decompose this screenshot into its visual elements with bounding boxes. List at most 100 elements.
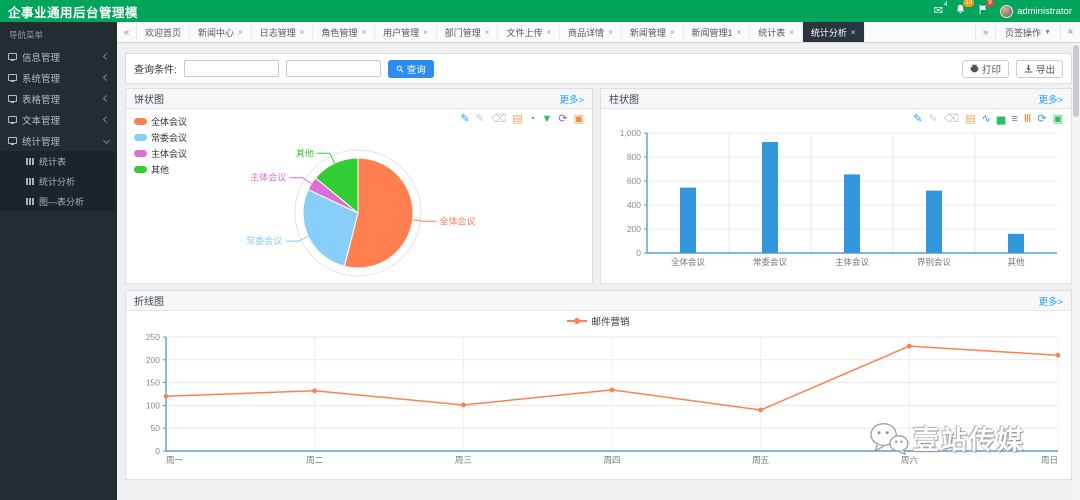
chevron-left-icon bbox=[103, 95, 110, 102]
bar-more-link[interactable]: 更多> bbox=[1038, 92, 1063, 106]
tab-close-icon[interactable]: × bbox=[608, 28, 613, 37]
sidebar-item-表格管理[interactable]: 表格管理 bbox=[0, 88, 117, 109]
tab-label: 文件上传 bbox=[506, 26, 542, 39]
query-input-2[interactable] bbox=[286, 60, 381, 77]
header-actions: ✉4 10 9 administrator bbox=[934, 4, 1072, 18]
tab-label: 日志管理 bbox=[260, 26, 296, 39]
export-button[interactable]: 导出 bbox=[1016, 60, 1063, 78]
erase-icon[interactable]: ⌫ bbox=[491, 114, 507, 125]
line-chart-icon[interactable]: ∿ bbox=[982, 114, 991, 125]
refresh-icon[interactable]: ⟳ bbox=[1037, 114, 1046, 125]
sidebar-item-文本管理[interactable]: 文本管理 bbox=[0, 109, 117, 130]
tab-部门管理[interactable]: 部门管理× bbox=[437, 22, 499, 42]
save-icon[interactable]: ▣ bbox=[1053, 114, 1063, 125]
bar-chart[interactable]: 02004006008001,000全体会议常委会议主体会议界别会议其他 bbox=[601, 109, 1071, 282]
filter-icon[interactable]: ▼ bbox=[541, 114, 552, 125]
print-icon bbox=[970, 64, 979, 73]
pie-chart[interactable]: 全体会议常委会议主体会议其他 bbox=[126, 109, 592, 282]
legend-item-主体会议[interactable]: 主体会议 bbox=[134, 147, 187, 160]
line-more-link[interactable]: 更多> bbox=[1038, 294, 1063, 308]
sidebar-item-统计管理[interactable]: 统计管理 bbox=[0, 130, 117, 151]
pie-more-link[interactable]: 更多> bbox=[559, 92, 584, 106]
pie-panel-header: 饼状图 更多> bbox=[126, 89, 592, 109]
vertical-scrollbar[interactable] bbox=[1072, 43, 1080, 500]
tab-新闻中心[interactable]: 新闻中心× bbox=[190, 22, 252, 42]
sidebar-item-系统管理[interactable]: 系统管理 bbox=[0, 67, 117, 88]
query-label: 查询条件: bbox=[134, 61, 177, 76]
svg-text:0: 0 bbox=[155, 446, 160, 456]
mail-icon[interactable]: ✉4 bbox=[934, 6, 943, 17]
tab-close-icon[interactable]: × bbox=[670, 28, 675, 37]
svg-text:周四: 周四 bbox=[603, 455, 620, 465]
legend-item-全体会议[interactable]: 全体会议 bbox=[134, 115, 187, 128]
pie-toolbar: ✎ ✎ ⌫ ▤ ◔ ▼ ⟳ ▣ bbox=[460, 114, 584, 125]
sidebar-item-信息管理[interactable]: 信息管理 bbox=[0, 46, 117, 67]
tab-close-icon[interactable]: × bbox=[546, 28, 551, 37]
tabs-scroll-right-button[interactable]: » bbox=[975, 22, 995, 42]
tab-商品详情[interactable]: 商品详情 × bbox=[560, 22, 622, 42]
tab-统计分析[interactable]: 统计分析× bbox=[803, 22, 865, 42]
legend-label: 其他 bbox=[151, 163, 169, 176]
save-icon[interactable]: ▣ bbox=[574, 114, 584, 125]
query-toolbar: 查询条件: 查询 打印 导出 bbox=[125, 53, 1072, 84]
sidebar-subitem-统计分析[interactable]: 统计分析 bbox=[0, 171, 117, 191]
tab-close-icon[interactable]: × bbox=[851, 28, 856, 37]
tab-用户管理[interactable]: 用户管理 × bbox=[375, 22, 437, 42]
svg-text:周二: 周二 bbox=[306, 455, 324, 465]
tab-close-icon[interactable]: × bbox=[789, 28, 794, 37]
bar-chart-icon[interactable]: ▅ bbox=[997, 114, 1005, 125]
sidebar-subitem-统计表[interactable]: 统计表 bbox=[0, 151, 117, 171]
tab-新闻管理1[interactable]: 新闻管理1× bbox=[684, 22, 751, 42]
tab-operations-dropdown[interactable]: 页签操作▼ bbox=[995, 22, 1060, 42]
tab-日志管理[interactable]: 日志管理 × bbox=[252, 22, 314, 42]
hbars-icon[interactable]: ≡ bbox=[1011, 114, 1017, 125]
edit-alt-icon[interactable]: ✎ bbox=[928, 114, 937, 125]
pie-chart-icon[interactable]: ◔ bbox=[529, 114, 536, 125]
tab-close-icon[interactable]: × bbox=[423, 28, 428, 37]
search-button[interactable]: 查询 bbox=[388, 60, 434, 78]
scrollbar-thumb[interactable] bbox=[1073, 45, 1079, 117]
line-chart[interactable]: 050100150200250周一周二周三周四周五周六周日 bbox=[126, 325, 1071, 493]
edit-icon[interactable]: ✎ bbox=[460, 114, 469, 125]
tab-label: 商品详情 bbox=[568, 26, 604, 39]
tab-close-icon[interactable]: × bbox=[300, 28, 305, 37]
edit-icon[interactable]: ✎ bbox=[913, 114, 922, 125]
svg-text:600: 600 bbox=[627, 176, 641, 186]
flag-icon[interactable]: 9 bbox=[978, 4, 988, 18]
report-icon[interactable]: ▤ bbox=[512, 114, 522, 125]
tab-close-icon[interactable]: × bbox=[361, 28, 366, 37]
legend-swatch bbox=[134, 118, 147, 125]
svg-text:全体会议: 全体会议 bbox=[439, 215, 475, 226]
tab-close-icon[interactable]: × bbox=[238, 28, 243, 37]
monitor-icon bbox=[8, 74, 17, 81]
tabs-scroll-left-button[interactable]: « bbox=[117, 22, 137, 42]
pie-panel-title: 饼状图 bbox=[134, 91, 164, 106]
refresh-icon[interactable]: ⟳ bbox=[558, 114, 567, 125]
tab-角色管理[interactable]: 角色管理× bbox=[313, 22, 375, 42]
tab-label: 用户管理 bbox=[383, 26, 419, 39]
tab-文件上传[interactable]: 文件上传 × bbox=[498, 22, 560, 42]
report-icon[interactable]: ▤ bbox=[965, 114, 975, 125]
query-input-1[interactable] bbox=[184, 60, 279, 77]
tab-统计表[interactable]: 统计表 × bbox=[750, 22, 803, 42]
tab-close-icon[interactable]: × bbox=[485, 28, 490, 37]
tab-欢迎首页[interactable]: 欢迎首页 bbox=[137, 22, 190, 42]
tab-close-icon[interactable]: × bbox=[737, 28, 742, 37]
tab-新闻管理[interactable]: 新闻管理× bbox=[622, 22, 684, 42]
close-all-tabs-button[interactable]: × bbox=[1060, 22, 1080, 42]
vbars-icon[interactable]: Ⅲ bbox=[1024, 114, 1032, 125]
legend-item-常委会议[interactable]: 常委会议 bbox=[134, 131, 187, 144]
edit-alt-icon[interactable]: ✎ bbox=[476, 114, 485, 125]
user-menu[interactable]: administrator bbox=[1000, 5, 1072, 18]
svg-text:周三: 周三 bbox=[455, 455, 472, 465]
erase-icon[interactable]: ⌫ bbox=[944, 114, 960, 125]
legend-item-邮件营销[interactable]: 邮件营销 bbox=[126, 314, 1071, 328]
sidebar-subitem-图—表分析[interactable]: 图—表分析 bbox=[0, 191, 117, 211]
legend-item-其他[interactable]: 其他 bbox=[134, 163, 187, 176]
bell-icon[interactable]: 10 bbox=[955, 4, 966, 18]
tab-label: 统计表 bbox=[758, 26, 785, 39]
print-button[interactable]: 打印 bbox=[962, 60, 1009, 78]
svg-text:周六: 周六 bbox=[901, 455, 919, 465]
svg-text:全体会议: 全体会议 bbox=[671, 257, 706, 267]
svg-text:周一: 周一 bbox=[166, 455, 184, 465]
